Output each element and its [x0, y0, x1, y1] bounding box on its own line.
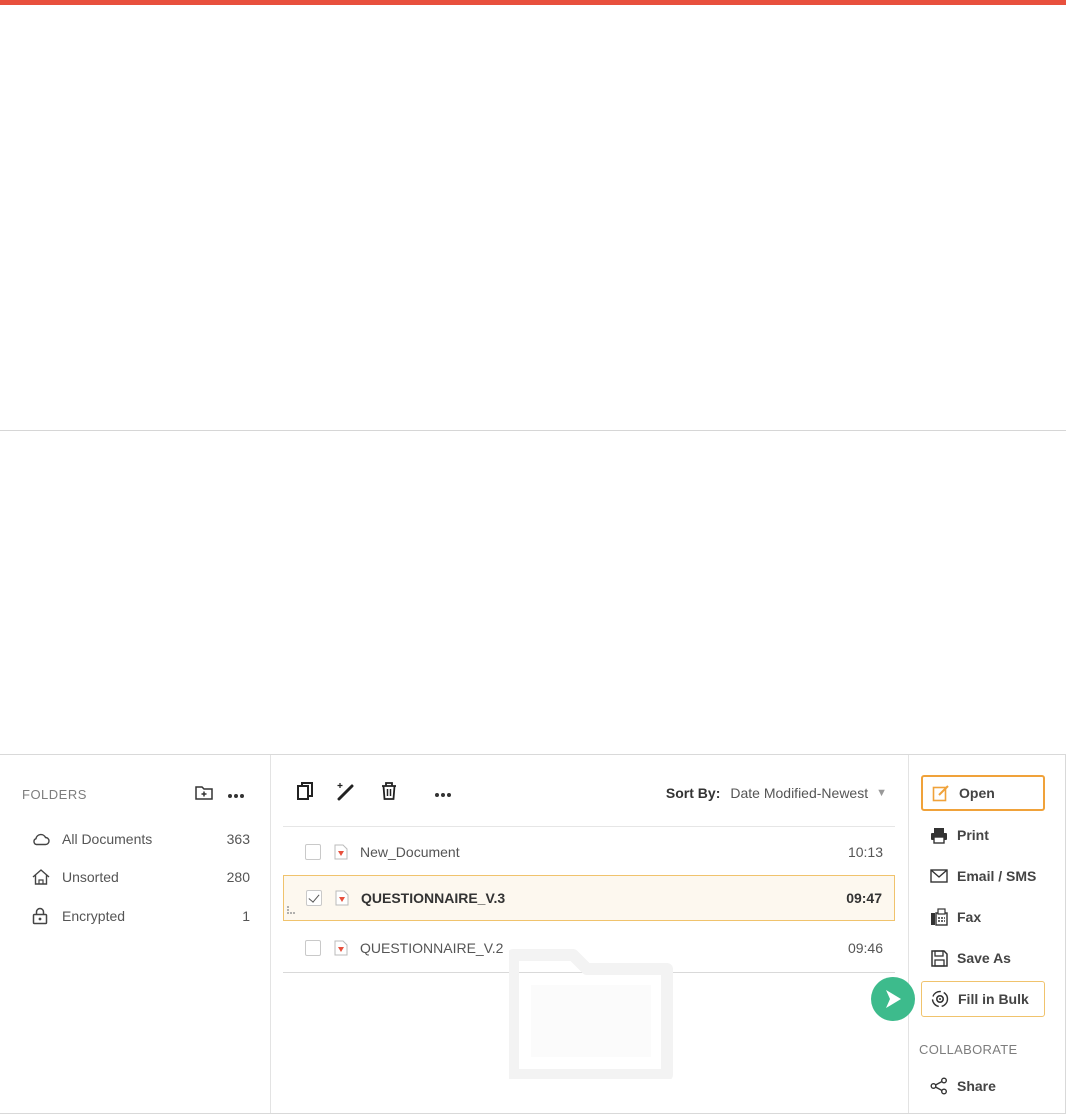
pointer-arrow-icon	[871, 977, 915, 1021]
file-row-selected[interactable]: QUESTIONNAIRE_V.3 09:47	[283, 875, 895, 921]
file-time: 09:47	[846, 890, 882, 906]
row-checkbox-checked[interactable]	[306, 890, 322, 906]
document-manager-panel: FOLDERS All Documents 363 Unsorted 280 E…	[0, 754, 1066, 1114]
pdf-file-icon	[335, 890, 349, 906]
folders-actions	[195, 784, 245, 805]
list-header-divider	[283, 826, 895, 827]
fill-in-bulk-button[interactable]: Fill in Bulk	[921, 981, 1045, 1017]
envelope-icon	[929, 869, 949, 883]
home-icon	[32, 869, 52, 885]
folder-count: 363	[226, 831, 250, 847]
folder-label: Unsorted	[62, 869, 119, 885]
more-icon[interactable]	[227, 786, 245, 804]
file-time: 10:13	[847, 844, 883, 860]
fax-button[interactable]: Fax	[921, 899, 1045, 935]
open-button[interactable]: Open	[921, 775, 1045, 811]
fax-icon	[929, 908, 949, 926]
edit-icon[interactable]	[336, 781, 358, 806]
folder-label: All Documents	[62, 831, 153, 847]
cloud-icon	[32, 832, 52, 846]
folder-item-unsorted[interactable]: Unsorted 280	[32, 866, 250, 888]
actions-sidebar: Open Print Email / SMS Fax Save As Fill …	[908, 755, 1067, 1113]
folders-sidebar: FOLDERS All Documents 363 Unsorted 280 E…	[0, 755, 271, 1113]
pdf-file-icon	[334, 844, 348, 860]
add-folder-icon[interactable]	[195, 784, 213, 805]
file-name: QUESTIONNAIRE_V.3	[361, 890, 506, 906]
folders-title: FOLDERS	[22, 787, 87, 802]
section-divider	[0, 430, 1066, 431]
open-label: Open	[959, 785, 995, 801]
share-icon	[929, 1077, 949, 1095]
fill-in-bulk-label: Fill in Bulk	[958, 991, 1029, 1007]
file-row[interactable]: New_Document 10:13	[283, 829, 895, 875]
bulk-fill-icon	[930, 990, 950, 1008]
folder-item-all-documents[interactable]: All Documents 363	[32, 828, 250, 850]
row-checkbox[interactable]	[305, 844, 321, 860]
edit-document-icon	[931, 784, 951, 802]
row-checkbox[interactable]	[305, 940, 321, 956]
file-time: 09:46	[847, 940, 883, 956]
printer-icon	[929, 827, 949, 844]
folder-count: 280	[226, 869, 250, 885]
save-as-button[interactable]: Save As	[921, 940, 1045, 976]
print-button[interactable]: Print	[921, 817, 1045, 853]
fax-label: Fax	[957, 909, 982, 925]
folder-count: 1	[242, 908, 250, 924]
sort-value: Date Modified-Newest	[730, 785, 869, 801]
sort-label: Sort By:	[665, 785, 721, 801]
trash-icon[interactable]	[380, 781, 398, 806]
file-toolbar	[296, 781, 452, 806]
lock-icon	[32, 907, 52, 925]
email-sms-button[interactable]: Email / SMS	[921, 858, 1045, 894]
save-icon	[929, 949, 949, 967]
file-list-area: Sort By: Date Modified-Newest ▼ New_Docu…	[271, 755, 907, 1113]
copy-icon[interactable]	[296, 781, 314, 806]
share-label: Share	[957, 1078, 996, 1094]
accent-bar	[0, 0, 1066, 5]
collaborate-heading: COLLABORATE	[919, 1042, 1018, 1057]
drag-handle-icon[interactable]	[286, 902, 296, 918]
share-button[interactable]: Share	[921, 1068, 1045, 1104]
pdf-file-icon	[334, 940, 348, 956]
empty-folder-watermark-icon	[507, 945, 673, 1084]
more-actions-icon[interactable]	[434, 785, 452, 803]
folder-label: Encrypted	[62, 908, 126, 924]
email-sms-label: Email / SMS	[957, 868, 1037, 884]
chevron-down-icon: ▼	[876, 787, 887, 799]
file-name: New_Document	[360, 844, 460, 860]
folder-item-encrypted[interactable]: Encrypted 1	[32, 905, 250, 927]
save-as-label: Save As	[957, 950, 1011, 966]
print-label: Print	[957, 827, 989, 843]
sort-control[interactable]: Sort By: Date Modified-Newest ▼	[666, 785, 887, 801]
